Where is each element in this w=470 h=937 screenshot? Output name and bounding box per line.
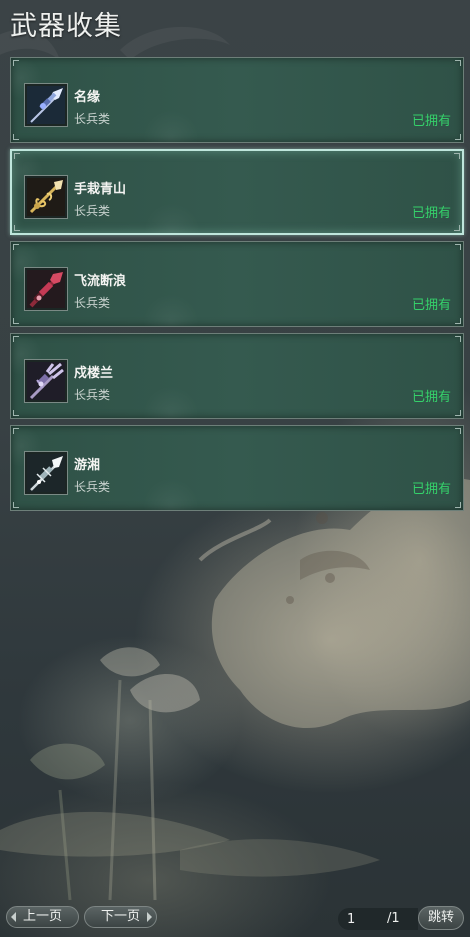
weapon-name: 游湘 (74, 458, 101, 473)
card-corner-ornament (13, 318, 19, 324)
card-corner-ornament (13, 134, 19, 140)
next-page-label: 下一页 (100, 909, 140, 924)
card-corner-ornament (13, 428, 19, 434)
weapon-name: 手栽青山 (74, 182, 127, 197)
card-corner-ornament (455, 428, 461, 434)
card-corner-ornament (454, 153, 460, 159)
prev-page-label: 上一页 (22, 909, 62, 924)
card-corner-ornament (13, 410, 19, 416)
weapon-card[interactable]: 游湘 长兵类 已拥有 (10, 425, 464, 511)
trident-spear-icon (24, 359, 68, 403)
card-corner-ornament (455, 502, 461, 508)
weapon-type: 长兵类 (74, 296, 111, 310)
arrow-right-icon (147, 912, 152, 922)
card-corner-ornament (455, 336, 461, 342)
card-corner-ornament (13, 244, 19, 250)
card-corner-ornament (455, 244, 461, 250)
card-corner-ornament (13, 336, 19, 342)
weapon-card[interactable]: 名缘 长兵类 已拥有 (10, 57, 464, 143)
card-corner-ornament (14, 225, 20, 231)
card-corner-ornament (455, 410, 461, 416)
arrow-left-icon (11, 912, 16, 922)
card-corner-ornament (455, 134, 461, 140)
page-title: 武器收集 (10, 11, 122, 42)
jump-button[interactable]: 跳转 (418, 906, 464, 930)
owned-status: 已拥有 (411, 298, 451, 313)
card-corner-ornament (455, 60, 461, 66)
owned-status: 已拥有 (411, 390, 451, 405)
weapon-name: 飞流断浪 (74, 274, 127, 289)
page-number-input[interactable] (338, 908, 384, 930)
owned-status: 已拥有 (411, 114, 451, 129)
card-corner-ornament (14, 153, 20, 159)
golden-spear-icon (24, 175, 68, 219)
weapon-type: 长兵类 (74, 388, 111, 402)
weapon-name: 名缘 (74, 90, 101, 105)
weapon-type: 长兵类 (74, 204, 111, 218)
weapon-type: 长兵类 (74, 480, 111, 494)
weapon-name: 戍楼兰 (74, 366, 114, 381)
card-corner-ornament (13, 502, 19, 508)
crimson-spear-icon (24, 267, 68, 311)
frost-spear-icon (24, 451, 68, 495)
total-pages: /1 (384, 908, 418, 930)
next-page-button[interactable]: 下一页 (84, 906, 157, 928)
card-corner-ornament (454, 225, 460, 231)
card-corner-ornament (13, 60, 19, 66)
owned-status: 已拥有 (411, 482, 451, 497)
silver-spear-icon (24, 83, 68, 127)
weapon-type: 长兵类 (74, 112, 111, 126)
card-corner-ornament (455, 318, 461, 324)
weapon-list: 名缘 长兵类 已拥有 手栽青山 长兵类 已拥有 飞流断浪 长兵类 已拥有 戍楼兰… (10, 57, 464, 517)
weapon-card-selected[interactable]: 手栽青山 长兵类 已拥有 (10, 149, 464, 235)
owned-status: 已拥有 (411, 206, 451, 221)
prev-page-button[interactable]: 上一页 (6, 906, 79, 928)
weapon-card[interactable]: 戍楼兰 长兵类 已拥有 (10, 333, 464, 419)
weapon-card[interactable]: 飞流断浪 长兵类 已拥有 (10, 241, 464, 327)
